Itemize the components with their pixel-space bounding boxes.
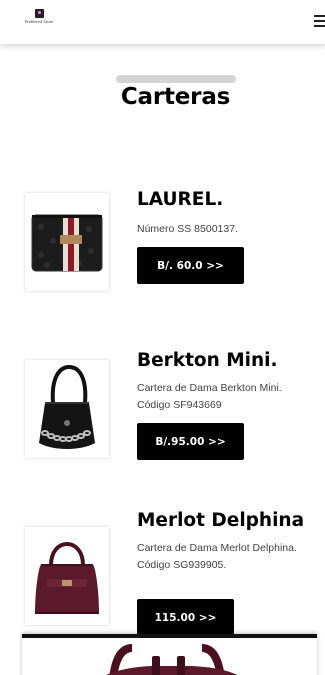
price-button[interactable]: 115.00 >> [137,599,234,636]
store-logo[interactable]: Preferred Store [25,9,53,33]
logo-text: Preferred Store [24,20,54,24]
price-button[interactable]: B/. 60.0 >> [137,247,244,284]
logo-mark-icon [34,9,44,18]
product-description: Cartera de Dama Berkton Mini. Código SF9… [137,382,282,411]
page: Preferred Store Carteras LAUREL. Número … [0,0,325,675]
handbag-preview-image [106,644,238,675]
product-image[interactable] [25,360,109,458]
product-description: Cartera de Dama Merlot Delphina. Código … [137,542,297,571]
product-name: Berkton Mini. [137,350,278,371]
top-header: Preferred Store [0,0,325,44]
product-image[interactable] [25,193,109,291]
price-button[interactable]: B/.95.00 >> [137,423,244,460]
wallet-image [31,214,103,272]
product-name: LAUREL. [137,189,224,210]
product-name: Merlot Delphina [137,510,305,531]
product-image[interactable] [25,527,109,625]
product-description: Número SS 8500137. [137,223,238,235]
bottom-product-preview[interactable] [22,634,317,675]
title-decoration-bar [116,75,236,83]
page-title: Carteras [120,84,231,110]
shoulder-bag-image [39,364,95,449]
hamburger-menu-icon[interactable] [314,15,325,27]
handbag-image [35,542,99,614]
